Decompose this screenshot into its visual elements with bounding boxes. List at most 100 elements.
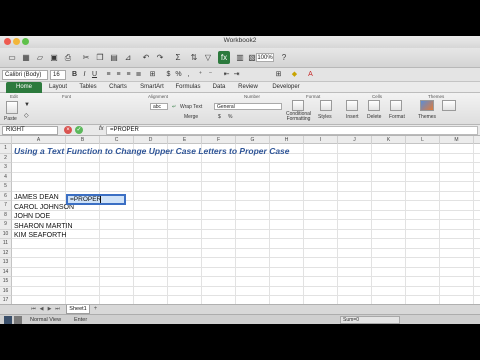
first-sheet-icon[interactable]: ⏮ <box>30 306 37 313</box>
name-cell[interactable]: KIM SEAFORTH <box>14 231 66 241</box>
sheet-tab[interactable]: Sheet1 <box>66 305 90 314</box>
cut-icon[interactable]: ✂ <box>80 51 92 64</box>
column-header[interactable]: F <box>202 136 236 144</box>
decrease-indent-icon[interactable]: ⇤ <box>222 70 231 80</box>
themes-label[interactable]: Themes <box>418 114 436 120</box>
row-header[interactable]: 13 <box>0 258 12 268</box>
decrease-decimal-icon[interactable]: ⁻ <box>206 70 215 80</box>
column-header[interactable]: J <box>338 136 372 144</box>
currency-ribbon-icon[interactable]: $ <box>218 114 221 120</box>
tab-home[interactable]: Home <box>6 82 42 93</box>
function-icon[interactable]: fx <box>218 51 230 64</box>
autosum-icon[interactable]: Σ <box>172 51 184 64</box>
justify-icon[interactable]: ≣ <box>134 70 143 80</box>
borders-icon[interactable]: ⊞ <box>274 70 283 80</box>
column-header[interactable]: H <box>270 136 304 144</box>
format-painter-icon[interactable]: ⊿ <box>122 51 134 64</box>
column-header[interactable]: K <box>372 136 406 144</box>
bold-button[interactable]: B <box>70 70 79 80</box>
gallery-icon[interactable]: ▥ <box>234 51 246 64</box>
insert-cells-icon[interactable] <box>346 100 358 111</box>
column-header[interactable]: B <box>66 136 100 144</box>
zoom-field[interactable]: 100% <box>256 53 274 62</box>
next-sheet-icon[interactable]: ▶ <box>46 306 53 313</box>
tab-formulas[interactable]: Formulas <box>172 82 204 93</box>
column-header[interactable]: E <box>168 136 202 144</box>
wrap-text-label[interactable]: Wrap Text <box>180 104 202 110</box>
row-header[interactable]: 3 <box>0 163 12 173</box>
row-header[interactable]: 6 <box>0 191 12 201</box>
align-center-icon[interactable]: ≡ <box>114 70 123 80</box>
percent-icon[interactable]: % <box>174 70 183 80</box>
row-header[interactable]: 15 <box>0 277 12 287</box>
theme-fonts-icon[interactable] <box>442 100 456 111</box>
name-cell[interactable]: JOHN DOE <box>14 212 50 222</box>
tab-data[interactable]: Data <box>208 82 230 93</box>
copy-icon[interactable]: ❐ <box>94 51 106 64</box>
format-cells-icon[interactable] <box>390 100 402 111</box>
filter-icon[interactable]: ▽ <box>202 51 214 64</box>
styles-label[interactable]: Styles <box>318 114 332 120</box>
merge-icon[interactable]: ⊞ <box>148 70 157 80</box>
underline-button[interactable]: U <box>90 70 99 80</box>
conditional-formatting-label[interactable]: Conditional Formatting <box>286 112 311 122</box>
row-header[interactable]: 8 <box>0 210 12 220</box>
last-sheet-icon[interactable]: ⏭ <box>54 306 61 313</box>
normal-view-icon[interactable] <box>4 316 12 324</box>
font-color-icon[interactable]: A <box>306 70 315 80</box>
percent-ribbon-icon[interactable]: % <box>228 114 232 120</box>
column-header[interactable]: D <box>134 136 168 144</box>
name-cell[interactable]: JAMES DEAN <box>14 193 59 203</box>
worksheet-grid[interactable]: A B C D E F G H I J K L M N 123456789101… <box>0 136 480 304</box>
conditional-formatting-icon[interactable] <box>292 100 304 111</box>
row-header[interactable]: 2 <box>0 153 12 163</box>
row-header[interactable]: 12 <box>0 248 12 258</box>
active-cell-editor[interactable]: =PROPER <box>66 194 126 205</box>
sort-ascending-icon[interactable]: ⇅ <box>188 51 200 64</box>
function-wizard-icon[interactable]: fx <box>99 126 104 132</box>
number-format-select[interactable]: General <box>214 103 282 110</box>
row-header[interactable]: 1 <box>0 144 12 154</box>
redo-icon[interactable]: ↷ <box>154 51 166 64</box>
comma-icon[interactable]: , <box>184 70 193 80</box>
text-orientation-select[interactable]: abc <box>150 103 168 110</box>
fill-icon[interactable]: ▼ <box>24 102 30 108</box>
name-cell[interactable]: SHARON MARTIN <box>14 222 73 232</box>
wrap-text-icon[interactable]: ↵ <box>172 104 176 110</box>
add-sheet-icon[interactable]: + <box>92 306 99 313</box>
column-header[interactable]: N <box>474 136 480 144</box>
save-icon[interactable]: ▣ <box>48 51 60 64</box>
paste-icon[interactable]: ▤ <box>108 51 120 64</box>
tab-smartart[interactable]: SmartArt <box>136 82 168 93</box>
row-header[interactable]: 9 <box>0 220 12 230</box>
clear-icon[interactable]: ◇ <box>24 112 29 119</box>
tab-developer[interactable]: Developer <box>268 82 304 93</box>
print-icon[interactable]: ⎙ <box>62 51 74 64</box>
sum-field[interactable]: Sum=0 <box>340 316 400 324</box>
currency-icon[interactable]: $ <box>164 70 173 80</box>
column-header[interactable]: G <box>236 136 270 144</box>
row-header[interactable]: 10 <box>0 229 12 239</box>
column-header[interactable]: C <box>100 136 134 144</box>
paste-large-icon[interactable] <box>6 101 18 114</box>
prev-sheet-icon[interactable]: ◀ <box>38 306 45 313</box>
row-header[interactable]: 5 <box>0 182 12 192</box>
column-header[interactable]: L <box>406 136 440 144</box>
open-icon[interactable]: ▱ <box>34 51 46 64</box>
new-icon[interactable]: ▭ <box>6 51 18 64</box>
styles-icon[interactable] <box>320 100 332 111</box>
fill-color-icon[interactable]: ◆ <box>290 70 299 80</box>
row-header[interactable]: 14 <box>0 267 12 277</box>
undo-icon[interactable]: ↶ <box>140 51 152 64</box>
formula-input[interactable]: =PROPER <box>106 126 478 135</box>
align-left-icon[interactable]: ≡ <box>104 70 113 80</box>
column-header[interactable]: A <box>12 136 66 144</box>
name-box[interactable]: RIGHT <box>2 126 58 135</box>
increase-indent-icon[interactable]: ⇥ <box>232 70 241 80</box>
tab-tables[interactable]: Tables <box>74 82 102 93</box>
page-layout-view-icon[interactable] <box>14 316 22 324</box>
align-right-icon[interactable]: ≡ <box>124 70 133 80</box>
tab-review[interactable]: Review <box>234 82 262 93</box>
italic-button[interactable]: I <box>80 70 89 80</box>
delete-label[interactable]: Delete <box>367 114 381 120</box>
